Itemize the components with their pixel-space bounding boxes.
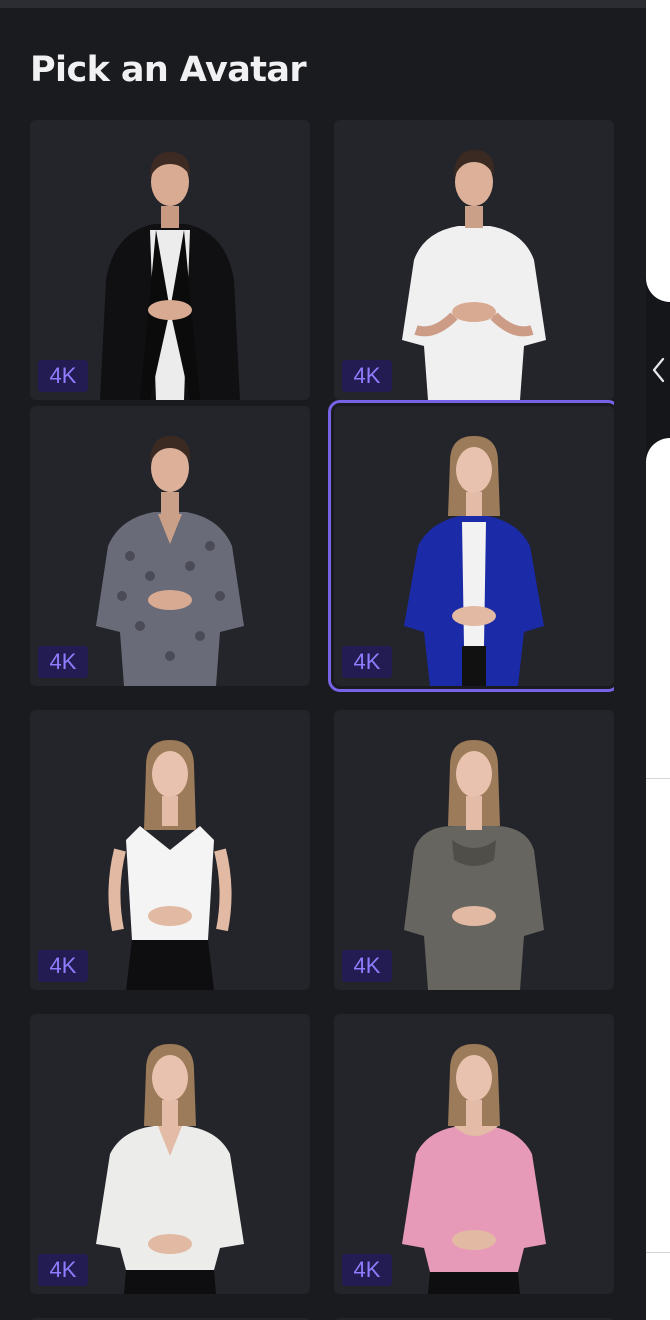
avatar-card[interactable]: 4K xyxy=(334,1014,614,1294)
avatar-card[interactable]: 4K xyxy=(30,1014,310,1294)
avatar-image xyxy=(404,740,544,990)
quality-badge: 4K xyxy=(38,950,88,982)
chevron-left-icon xyxy=(652,357,665,383)
quality-badge: 4K xyxy=(38,646,88,678)
adjacent-panel-top xyxy=(646,0,670,302)
avatar-card[interactable]: 4K xyxy=(334,710,614,990)
divider xyxy=(646,778,670,779)
avatar-image xyxy=(100,152,240,400)
avatar-grid[interactable]: 4K 4K 4K 4K 4K 4K 4K 4K xyxy=(30,120,614,1320)
quality-badge: 4K xyxy=(342,950,392,982)
avatar-image xyxy=(108,740,232,990)
quality-badge: 4K xyxy=(38,360,88,392)
quality-badge: 4K xyxy=(38,1254,88,1286)
avatar-card[interactable]: 4K xyxy=(334,120,614,400)
avatar-image xyxy=(404,436,544,686)
quality-badge: 4K xyxy=(342,1254,392,1286)
quality-badge: 4K xyxy=(342,360,392,392)
avatar-card[interactable]: 4K xyxy=(30,710,310,990)
collapse-panel-button[interactable] xyxy=(646,352,670,388)
page-title: Pick an Avatar xyxy=(30,50,307,90)
avatar-card[interactable]: 4K xyxy=(30,120,310,400)
avatar-picker-panel: Pick an Avatar 4K 4K 4K 4K 4K 4K 4K 4K xyxy=(0,8,646,1320)
avatar-card-selected[interactable]: 4K xyxy=(328,400,614,692)
avatar-image xyxy=(96,436,244,686)
avatar-card[interactable]: 4K xyxy=(30,406,310,686)
avatar-image xyxy=(402,1044,546,1294)
divider xyxy=(646,1252,670,1253)
quality-badge: 4K xyxy=(342,646,392,678)
avatar-image xyxy=(402,150,546,400)
top-bar xyxy=(0,0,646,8)
adjacent-panel-bottom xyxy=(646,438,670,1320)
avatar-image xyxy=(96,1044,244,1294)
